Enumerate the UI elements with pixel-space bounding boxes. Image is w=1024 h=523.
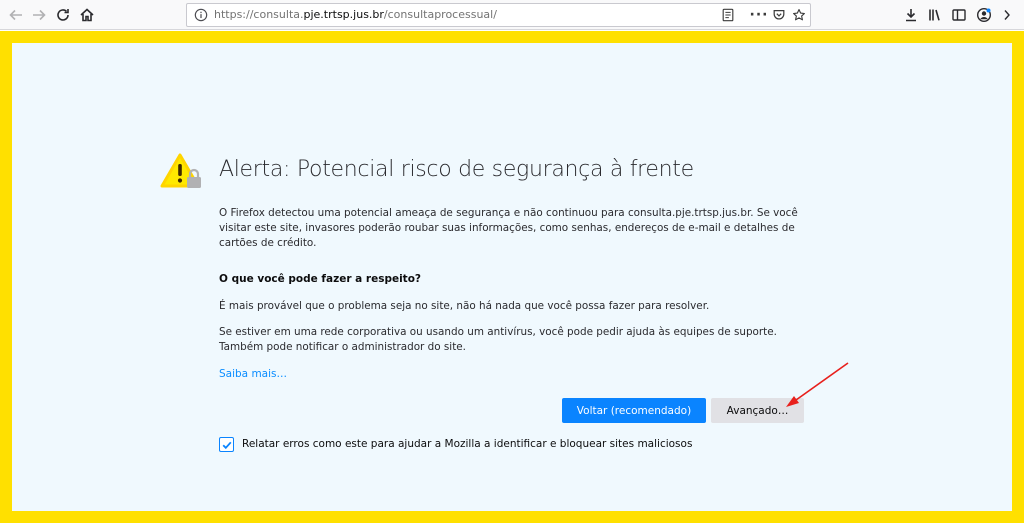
what-to-do-heading: O que você pode fazer a respeito? (219, 273, 422, 285)
warning-lock-icon (160, 153, 201, 188)
account-button[interactable] (973, 4, 995, 26)
library-button[interactable] (924, 4, 946, 26)
home-icon (80, 8, 94, 22)
explanation-text: É mais provável que o problema seja no s… (219, 300, 710, 312)
reader-view-button[interactable] (720, 7, 736, 23)
report-errors-label[interactable]: Relatar erros como este para ajudar a Mo… (242, 438, 692, 450)
library-icon (929, 9, 940, 21)
support-text: Se estiver em uma rede corporativa ou us… (219, 326, 777, 353)
pocket-icon (773, 10, 785, 20)
pocket-button[interactable] (771, 7, 787, 23)
url-bar[interactable]: https://consulta.pje.trtsp.jus.br/consul… (186, 3, 811, 27)
reload-icon (57, 9, 69, 21)
url-path: /consultaprocessual/ (383, 8, 497, 21)
sidebar-button[interactable] (948, 4, 970, 26)
menu-button[interactable] (996, 4, 1018, 26)
url-host: pje.trtsp.jus.br (303, 8, 384, 21)
arrow-right-icon (33, 9, 46, 21)
checkmark-icon (222, 441, 231, 449)
intro-text: O Firefox detectou uma potencial ameaça … (219, 207, 798, 249)
download-icon (906, 9, 916, 22)
reload-button[interactable] (52, 4, 74, 26)
more-icon: ··· (749, 7, 769, 23)
menu-icon (1004, 10, 1010, 20)
star-icon (793, 9, 805, 21)
page-title: Alerta: Potencial risco de segurança à f… (219, 157, 694, 182)
home-button[interactable] (76, 4, 98, 26)
url-prefix: https://consulta. (214, 8, 304, 21)
browser-toolbar: https://consulta.pje.trtsp.jus.br/consul… (0, 0, 1024, 30)
arrow-left-icon (9, 9, 22, 21)
report-errors-checkbox[interactable] (219, 437, 234, 452)
back-button[interactable] (5, 4, 27, 26)
learn-more-link[interactable]: Saiba mais… (219, 368, 287, 380)
forward-button[interactable] (28, 4, 50, 26)
page-actions-button[interactable]: ··· (749, 7, 769, 23)
downloads-button[interactable] (900, 4, 922, 26)
reader-view-icon (722, 8, 734, 22)
bookmark-button[interactable] (791, 7, 807, 23)
account-icon (976, 7, 992, 23)
info-icon[interactable] (194, 8, 208, 22)
sidebar-icon (952, 9, 966, 21)
url-text[interactable]: https://consulta.pje.trtsp.jus.br/consul… (214, 8, 497, 21)
annotation-arrow (786, 362, 849, 407)
go-back-button[interactable]: Voltar (recomendado) (562, 398, 706, 423)
